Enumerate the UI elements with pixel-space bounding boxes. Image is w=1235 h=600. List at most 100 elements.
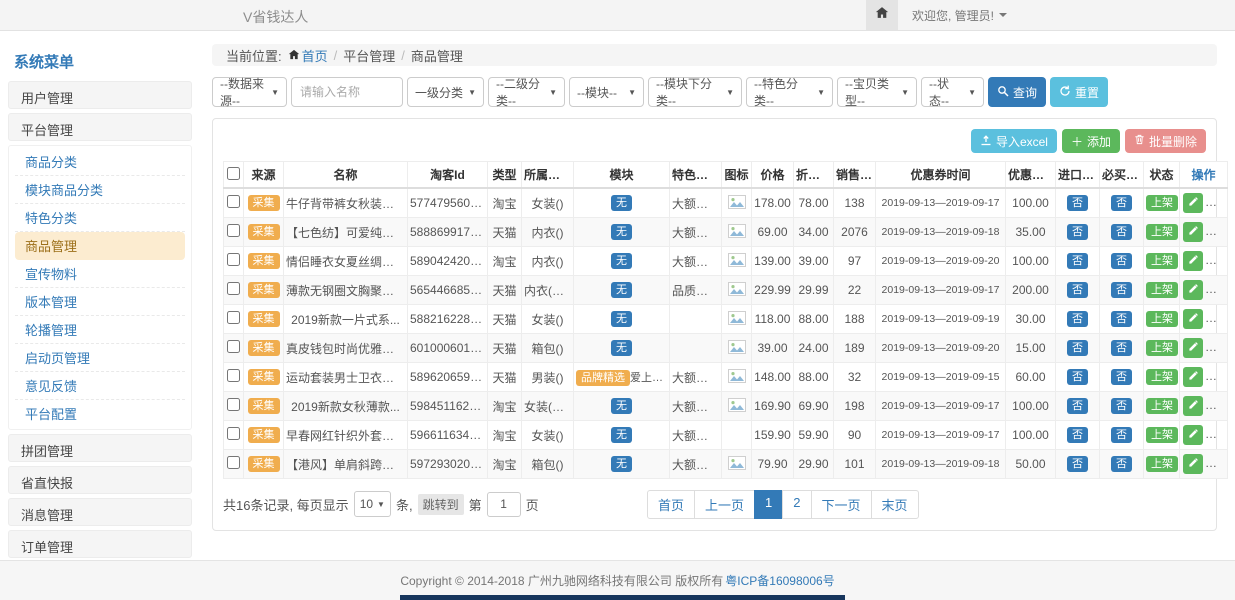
footer: Copyright © 2014-2018 广州九驰网络科技有限公司 版权所有粤… bbox=[0, 560, 1235, 600]
sidebar-item[interactable]: 省直快报 bbox=[8, 466, 192, 494]
sidebar-subitem[interactable]: 商品分类 bbox=[15, 148, 185, 176]
sidebar-item[interactable]: 平台管理 bbox=[8, 113, 192, 141]
status-badge: 上架 bbox=[1146, 369, 1178, 385]
sidebar-subitem[interactable]: 启动页管理 bbox=[15, 344, 185, 372]
per-page-select[interactable]: 10 ▼ bbox=[354, 491, 391, 517]
add-button[interactable]: ＋ 添加 bbox=[1062, 129, 1120, 153]
row-checkbox[interactable] bbox=[227, 369, 240, 382]
select-all-checkbox[interactable] bbox=[227, 167, 240, 180]
page-button[interactable]: 下一页 bbox=[811, 490, 872, 519]
page-button[interactable]: 上一页 bbox=[694, 490, 755, 519]
row-checkbox[interactable] bbox=[227, 398, 240, 411]
column-header: 模块 bbox=[574, 162, 670, 189]
row-checkbox[interactable] bbox=[227, 224, 240, 237]
sidebar-subitem[interactable]: 商品管理 bbox=[15, 232, 185, 260]
must-buy-badge-cell: 否 bbox=[1100, 421, 1144, 450]
home-button[interactable] bbox=[866, 0, 898, 30]
row-checkbox[interactable] bbox=[227, 340, 240, 353]
row-checkbox[interactable] bbox=[227, 195, 240, 208]
sidebar-subitem[interactable]: 特色分类 bbox=[15, 204, 185, 232]
row-checkbox[interactable] bbox=[227, 456, 240, 469]
edit-button[interactable] bbox=[1183, 193, 1203, 213]
coupon-time-cell: 2019-09-13—2019-09-17 bbox=[876, 188, 1006, 218]
filter-select[interactable]: --二级分类--▼ bbox=[488, 77, 565, 107]
name-search-input[interactable] bbox=[291, 77, 403, 107]
home-icon bbox=[875, 6, 889, 24]
price-cell: 139.00 bbox=[752, 247, 794, 276]
row-checkbox[interactable] bbox=[227, 282, 240, 295]
sales-count-cell: 97 bbox=[834, 247, 876, 276]
page-button[interactable]: 1 bbox=[754, 490, 783, 519]
row-select-cell bbox=[224, 450, 244, 479]
page-button[interactable]: 末页 bbox=[871, 490, 919, 519]
filter-select[interactable]: --模块--▼ bbox=[569, 77, 644, 107]
sidebar-item[interactable]: 用户管理 bbox=[8, 81, 192, 109]
table-row: 采集情侣睡衣女夏丝绸男士...589042420344淘宝内衣()无大额优惠券1… bbox=[224, 247, 1228, 276]
row-checkbox[interactable] bbox=[227, 311, 240, 324]
edit-button[interactable] bbox=[1183, 454, 1203, 474]
sidebar-subitem[interactable]: 轮播管理 bbox=[15, 316, 185, 344]
page-number-input[interactable] bbox=[487, 492, 521, 517]
filter-select[interactable]: --模块下分类--▼ bbox=[648, 77, 742, 107]
product-image-icon bbox=[728, 459, 746, 473]
sales-count-cell: 188 bbox=[834, 305, 876, 334]
sidebar-subitem[interactable]: 平台配置 bbox=[15, 400, 185, 427]
filter-select[interactable]: --宝贝类型--▼ bbox=[837, 77, 917, 107]
price-cell: 159.90 bbox=[752, 421, 794, 450]
product-image-icon bbox=[728, 401, 746, 415]
data-source-select[interactable]: --数据来源--▼ bbox=[212, 77, 287, 107]
filter-select[interactable]: --特色分类--▼ bbox=[746, 77, 833, 107]
select-value: --二级分类-- bbox=[496, 75, 545, 109]
search-button[interactable]: 查询 bbox=[988, 77, 1046, 107]
sidebar-item[interactable]: 订单管理 bbox=[8, 530, 192, 558]
import-select-badge: 否 bbox=[1067, 456, 1088, 472]
column-header: 优惠券时间 bbox=[876, 162, 1006, 189]
edit-button[interactable] bbox=[1183, 222, 1203, 242]
sidebar-subitem[interactable]: 意见反馈 bbox=[15, 372, 185, 400]
select-all-cell bbox=[224, 162, 244, 189]
edit-button[interactable] bbox=[1183, 396, 1203, 416]
edit-icon bbox=[1188, 225, 1199, 239]
edit-icon bbox=[1188, 312, 1199, 326]
must-buy-badge: 否 bbox=[1111, 195, 1132, 211]
filter-select[interactable]: --状态--▼ bbox=[921, 77, 984, 107]
edit-button[interactable] bbox=[1183, 425, 1203, 445]
edit-button[interactable] bbox=[1183, 251, 1203, 271]
refresh-icon bbox=[1059, 85, 1071, 100]
edit-button[interactable] bbox=[1183, 309, 1203, 329]
edit-button[interactable] bbox=[1183, 367, 1203, 387]
icon-cell bbox=[722, 363, 752, 392]
discount-price-cell: 34.00 bbox=[794, 218, 834, 247]
icon-cell bbox=[722, 392, 752, 421]
row-select-cell bbox=[224, 392, 244, 421]
edit-icon bbox=[1188, 457, 1199, 471]
sidebar-subitem[interactable]: 模块商品分类 bbox=[15, 176, 185, 204]
sidebar-item[interactable]: 拼团管理 bbox=[8, 434, 192, 462]
row-checkbox[interactable] bbox=[227, 427, 240, 440]
import-select-badge: 否 bbox=[1067, 253, 1088, 269]
app-title: V省钱达人 bbox=[243, 7, 308, 27]
icp-link[interactable]: 粤ICP备16098006号 bbox=[725, 572, 834, 589]
import-excel-button[interactable]: 导入excel bbox=[971, 129, 1057, 153]
filter-select[interactable]: 一级分类▼ bbox=[407, 77, 484, 107]
product-name-cell: 牛仔背带裤女秋装减龄... bbox=[284, 188, 408, 218]
edit-button[interactable] bbox=[1183, 338, 1203, 358]
icon-cell bbox=[722, 334, 752, 363]
reset-button[interactable]: 重置 bbox=[1050, 77, 1108, 107]
sidebar-subitem[interactable]: 宣传物料 bbox=[15, 260, 185, 288]
page-button[interactable]: 2 bbox=[782, 490, 811, 519]
page-button[interactable]: 首页 bbox=[647, 490, 695, 519]
sidebar-subitem[interactable]: 版本管理 bbox=[15, 288, 185, 316]
batch-delete-button[interactable]: 批量删除 bbox=[1125, 129, 1206, 153]
plus-icon: ＋ bbox=[1071, 133, 1083, 150]
sidebar-item[interactable]: 消息管理 bbox=[8, 498, 192, 526]
coupon-amount-cell: 100.00 bbox=[1006, 247, 1056, 276]
type-cell: 天猫 bbox=[488, 276, 522, 305]
row-checkbox[interactable] bbox=[227, 253, 240, 266]
edit-button[interactable] bbox=[1183, 280, 1203, 300]
products-table: 来源名称淘客Id类型所属分类模块特色分类图标价格折后价销售数量优惠券时间优惠券金… bbox=[223, 161, 1228, 479]
topbar-right: 欢迎您, 管理员! bbox=[866, 0, 1007, 30]
user-menu[interactable]: 欢迎您, 管理员! bbox=[912, 7, 1007, 24]
module-cell: 无 bbox=[574, 450, 670, 479]
breadcrumb-home-link[interactable]: 首页 bbox=[288, 46, 328, 65]
